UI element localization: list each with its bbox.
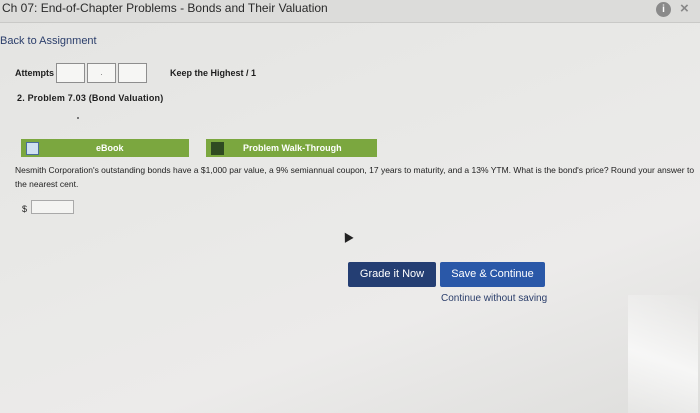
continue-without-saving-link[interactable]: Continue without saving: [441, 293, 547, 304]
attempt-box: [56, 63, 85, 83]
decorative-dot: [77, 117, 79, 119]
info-icon[interactable]: i: [656, 2, 671, 17]
answer-input[interactable]: [31, 200, 74, 214]
tab-ebook[interactable]: eBook: [21, 139, 189, 157]
tab-problem-walk-through[interactable]: Problem Walk-Through: [206, 139, 377, 157]
tab-ebook-label: eBook: [96, 143, 124, 153]
tab-walk-through-label: Problem Walk-Through: [243, 143, 342, 153]
window-titlebar: Ch 07: End-of-Chapter Problems - Bonds a…: [0, 0, 700, 23]
close-icon[interactable]: ×: [680, 0, 689, 17]
window-title: Ch 07: End-of-Chapter Problems - Bonds a…: [2, 1, 328, 15]
grade-it-now-button[interactable]: Grade it Now: [348, 262, 436, 287]
film-icon: [211, 142, 224, 155]
keep-highest-label: Keep the Highest / 1: [170, 68, 257, 78]
attempt-box: .: [87, 63, 116, 83]
back-to-assignment-link[interactable]: Back to Assignment: [0, 35, 97, 47]
question-text: Nesmith Corporation's outstanding bonds …: [15, 165, 695, 189]
mouse-cursor-icon: [340, 230, 354, 243]
attempt-box: [118, 63, 147, 83]
save-and-continue-button[interactable]: Save & Continue: [440, 262, 545, 287]
problem-title: 2. Problem 7.03 (Bond Valuation): [17, 93, 164, 103]
attempt-boxes: .: [56, 63, 149, 83]
book-icon: [26, 142, 39, 155]
screen-glare: [628, 295, 698, 413]
attempts-label: Attempts: [15, 68, 55, 78]
currency-symbol: $: [22, 204, 28, 214]
